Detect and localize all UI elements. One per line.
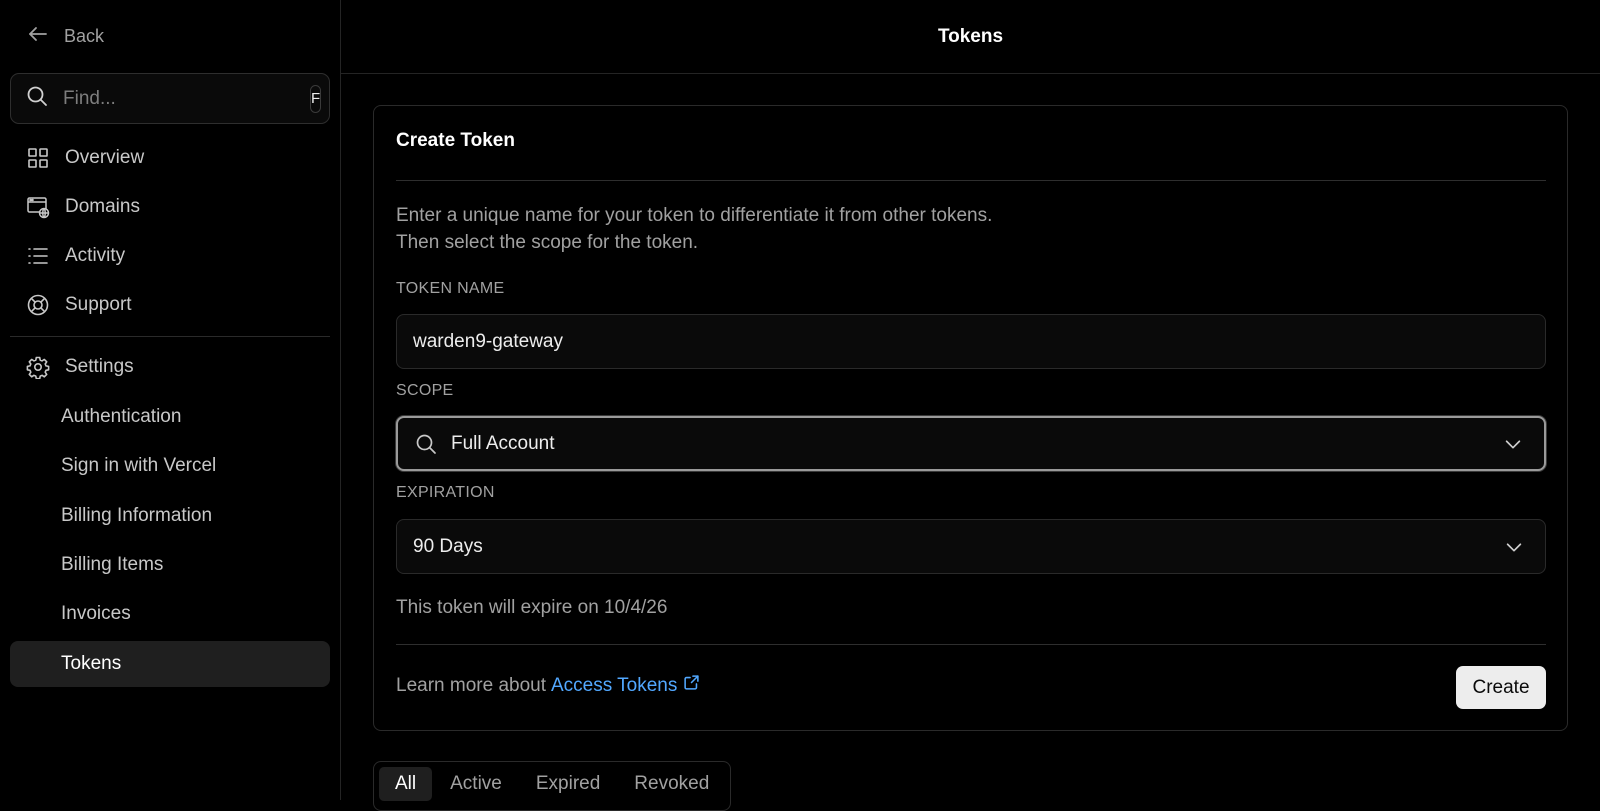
description-line: Then select the scope for the token.: [396, 232, 699, 253]
scope-label: SCOPE: [396, 382, 454, 399]
sidebar-item-authentication[interactable]: Authentication: [10, 394, 330, 440]
chevron-down-icon: [1503, 536, 1525, 558]
create-button[interactable]: Create: [1456, 666, 1546, 709]
access-tokens-link[interactable]: Access Tokens: [551, 674, 700, 697]
sidebar-item-label: Support: [65, 294, 132, 315]
chevron-down-icon: [1502, 433, 1524, 455]
sidebar-item-settings[interactable]: Settings: [10, 344, 330, 390]
sidebar-item-label: Invoices: [61, 603, 131, 624]
sidebar-item-label: Sign in with Vercel: [61, 455, 217, 476]
sidebar-item-support[interactable]: Support: [10, 282, 330, 328]
lifebuoy-icon: [26, 293, 50, 317]
expiration-select[interactable]: 90 Days: [396, 519, 1546, 574]
list-icon: [26, 244, 50, 268]
sidebar-item-overview[interactable]: Overview: [10, 135, 330, 181]
page-title: Tokens: [937, 25, 1004, 47]
tab-active[interactable]: Active: [434, 767, 518, 801]
gear-icon: [26, 355, 50, 379]
expiration-label: EXPIRATION: [396, 484, 495, 501]
grid-icon: [26, 146, 50, 170]
search-icon: [414, 432, 438, 456]
back-link[interactable]: Back: [26, 22, 104, 51]
find-box[interactable]: F: [10, 73, 330, 124]
sidebar-item-label: Overview: [65, 147, 145, 168]
create-token-card: Create Token Enter a unique name for you…: [373, 105, 1568, 731]
tab-all[interactable]: All: [379, 767, 433, 801]
card-divider: [396, 644, 1546, 645]
scope-value: Full Account: [451, 432, 555, 454]
sidebar-item-activity[interactable]: Activity: [10, 233, 330, 279]
sidebar-item-label: Billing Items: [61, 554, 164, 575]
access-tokens-link-label: Access Tokens: [551, 674, 678, 696]
globe-window-icon: [26, 195, 50, 219]
sidebar-item-label: Authentication: [61, 406, 182, 427]
sidebar-item-label: Billing Information: [61, 505, 213, 526]
expire-note: This token will expire on 10/4/26: [396, 597, 668, 618]
search-icon: [25, 84, 49, 113]
token-name-value: warden9-gateway: [413, 330, 563, 352]
back-label: Back: [64, 26, 105, 46]
sidebar-item-label: Settings: [65, 356, 134, 377]
card-title: Create Token: [396, 130, 515, 151]
token-name-label: TOKEN NAME: [396, 280, 505, 297]
learn-more: Learn more about Access Tokens: [396, 674, 700, 697]
sidebar-item-sign-in-with-vercel[interactable]: Sign in with Vercel: [10, 443, 330, 489]
learn-more-text: Learn more about: [396, 674, 546, 696]
shortcut-key: F: [310, 84, 322, 113]
sidebar-item-billing-items[interactable]: Billing Items: [10, 542, 330, 588]
arrow-left-icon: [26, 22, 50, 51]
sidebar-divider: [10, 336, 330, 337]
page-header: Tokens: [341, 0, 1600, 74]
external-link-icon: [683, 674, 700, 697]
description-line: Enter a unique name for your token to di…: [396, 205, 993, 226]
tab-expired[interactable]: Expired: [520, 767, 616, 801]
sidebar-item-invoices[interactable]: Invoices: [10, 591, 330, 637]
card-divider: [396, 180, 1546, 181]
sidebar-item-domains[interactable]: Domains: [10, 184, 330, 230]
expiration-value: 90 Days: [413, 535, 483, 557]
token-name-input[interactable]: warden9-gateway: [396, 314, 1546, 369]
sidebar-item-label: Activity: [65, 245, 126, 266]
sidebar-item-label: Tokens: [61, 653, 122, 674]
tab-revoked[interactable]: Revoked: [618, 767, 725, 801]
search-input[interactable]: [61, 86, 310, 111]
sidebar: Back F Overview Domains Activity Support: [0, 0, 341, 800]
card-description: Enter a unique name for your token to di…: [396, 202, 992, 256]
token-filter-tabs: All Active Expired Revoked: [373, 761, 732, 811]
sidebar-item-label: Domains: [65, 196, 140, 217]
scope-select[interactable]: Full Account: [396, 416, 1546, 471]
sidebar-item-billing-information[interactable]: Billing Information: [10, 493, 330, 539]
sidebar-item-tokens[interactable]: Tokens: [10, 641, 330, 687]
